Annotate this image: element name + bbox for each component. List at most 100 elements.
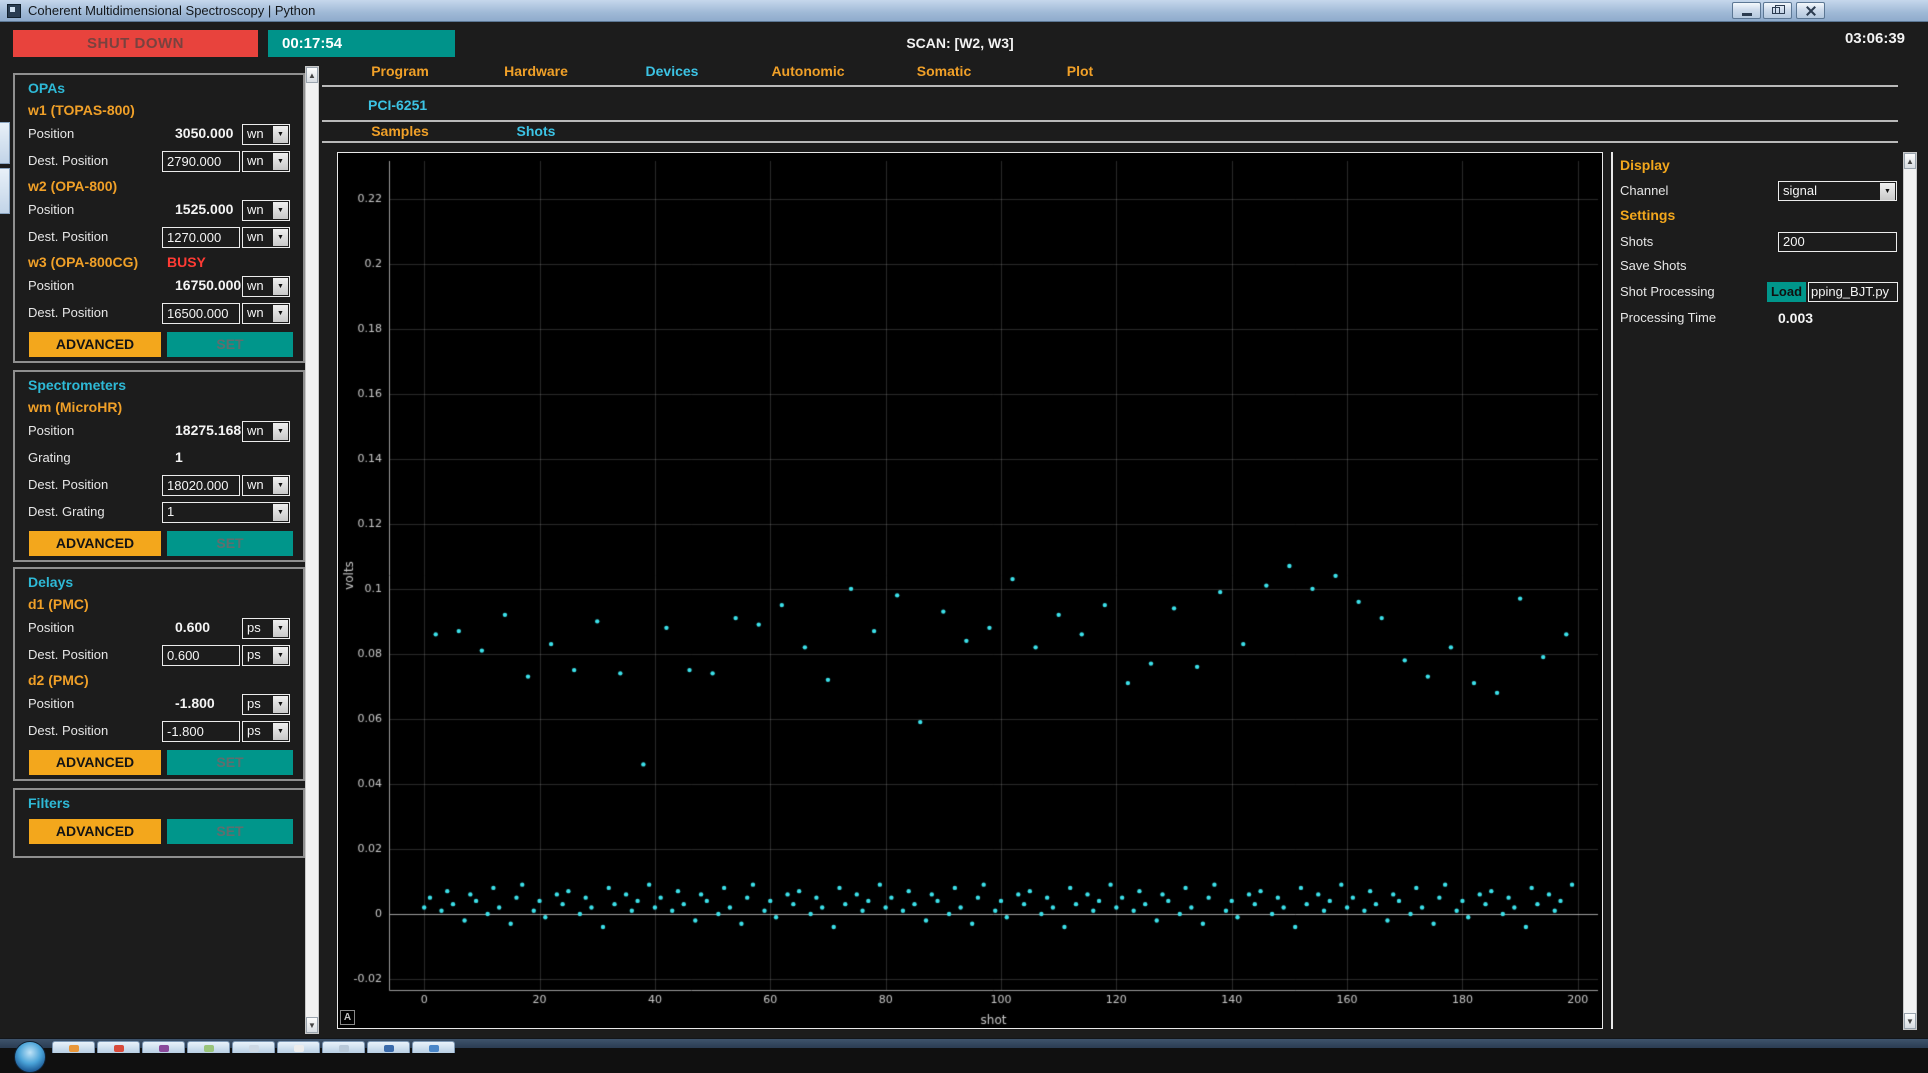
w2-dest-units-combo[interactable]: wn▼ <box>242 227 290 248</box>
restore-button[interactable] <box>1763 2 1792 19</box>
taskbar-item[interactable] <box>322 1041 365 1053</box>
taskbar-item[interactable] <box>187 1041 230 1053</box>
title-bar[interactable]: Coherent Multidimensional Spectroscopy |… <box>0 0 1928 22</box>
shots-scatter-plot[interactable] <box>338 153 1602 1028</box>
chevron-down-icon[interactable]: ▼ <box>273 647 288 664</box>
spectrometers-set-button[interactable]: SET <box>167 531 293 556</box>
dest-grating-label: Dest. Grating <box>28 504 105 519</box>
panel-separator <box>1611 152 1613 1029</box>
minimize-button[interactable] <box>1732 2 1761 19</box>
wm-dest-input[interactable]: 18020.000 <box>162 475 240 496</box>
taskbar-item[interactable] <box>97 1041 140 1053</box>
taskbar-item[interactable] <box>142 1041 185 1053</box>
shutdown-button[interactable]: SHUT DOWN <box>13 30 258 57</box>
w3-position-units-combo[interactable]: wn▼ <box>242 276 290 297</box>
chevron-down-icon[interactable]: ▼ <box>1880 183 1895 200</box>
close-button[interactable] <box>1796 2 1825 19</box>
tab-program[interactable]: Program <box>332 63 468 79</box>
shot-processing-row: Shot Processing Load pping_BJT.py <box>1620 281 1902 303</box>
load-script-button[interactable]: Load <box>1767 282 1806 302</box>
spectrometers-advanced-button[interactable]: ADVANCED <box>29 531 161 556</box>
device-name-d1: d1 (PMC) <box>15 593 303 615</box>
w1-dest-units-combo[interactable]: wn▼ <box>242 151 290 172</box>
channel-combo[interactable]: signal▼ <box>1778 181 1897 201</box>
scroll-up-icon[interactable]: ▲ <box>1904 153 1916 169</box>
start-button[interactable] <box>14 1041 46 1073</box>
w3-dest-input[interactable]: 16500.000 <box>162 303 240 324</box>
filters-buttons-row: ADVANCED SET <box>15 814 303 848</box>
wm-position-units-combo[interactable]: wn▼ <box>242 421 290 442</box>
taskbar-item[interactable] <box>277 1041 320 1053</box>
dest-position-label: Dest. Position <box>28 305 108 320</box>
d1-position-units-combo[interactable]: ps▼ <box>242 618 290 639</box>
chevron-down-icon[interactable]: ▼ <box>273 477 288 494</box>
d2-position-units-combo[interactable]: ps▼ <box>242 694 290 715</box>
wm-dest-grating-combo[interactable]: 1▼ <box>162 502 290 523</box>
d2-position-value: -1.800 <box>175 695 244 711</box>
chevron-down-icon[interactable]: ▼ <box>273 620 288 637</box>
device-name-w3: w3 (OPA-800CG)BUSY <box>15 251 303 273</box>
processing-script-field[interactable]: pping_BJT.py <box>1808 282 1898 302</box>
filters-advanced-button[interactable]: ADVANCED <box>29 819 161 844</box>
w3-dest-units-combo[interactable]: wn▼ <box>242 303 290 324</box>
shots-input[interactable]: 200 <box>1778 232 1897 252</box>
d2-dest-units-combo[interactable]: ps▼ <box>242 721 290 742</box>
d1-dest-units-combo[interactable]: ps▼ <box>242 645 290 666</box>
processing-time-label: Processing Time <box>1620 310 1716 325</box>
chevron-down-icon[interactable]: ▼ <box>273 305 288 322</box>
chevron-down-icon[interactable]: ▼ <box>273 126 288 143</box>
tab-pci-6251[interactable]: PCI-6251 <box>368 97 427 113</box>
tab-somatic[interactable]: Somatic <box>876 63 1012 79</box>
chevron-down-icon[interactable]: ▼ <box>273 229 288 246</box>
scroll-up-icon[interactable]: ▲ <box>306 67 318 83</box>
chevron-down-icon[interactable]: ▼ <box>273 696 288 713</box>
delays-advanced-button[interactable]: ADVANCED <box>29 750 161 775</box>
chevron-down-icon[interactable]: ▼ <box>273 504 288 521</box>
scroll-down-icon[interactable]: ▼ <box>306 1017 318 1033</box>
taskbar-item[interactable] <box>367 1041 410 1053</box>
opas-box: OPAs w1 (TOPAS-800) Position 3050.000 wn… <box>13 73 305 363</box>
tab-samples[interactable]: Samples <box>332 123 468 139</box>
chevron-down-icon[interactable]: ▼ <box>273 153 288 170</box>
opas-set-button[interactable]: SET <box>167 332 293 357</box>
right-scrollbar[interactable]: ▲ ▼ <box>1903 152 1917 1030</box>
chevron-down-icon[interactable]: ▼ <box>273 723 288 740</box>
tab-shots[interactable]: Shots <box>468 123 604 139</box>
d2-dest-input[interactable]: -1.800 <box>162 721 240 742</box>
left-scrollbar[interactable]: ▲ ▼ <box>305 66 319 1034</box>
filters-set-button[interactable]: SET <box>167 819 293 844</box>
taskbar-item[interactable] <box>52 1041 95 1053</box>
position-label: Position <box>28 126 74 141</box>
chevron-down-icon[interactable]: ▼ <box>273 278 288 295</box>
dest-position-label: Dest. Position <box>28 153 108 168</box>
filters-header: Filters <box>15 790 303 814</box>
scroll-down-icon[interactable]: ▼ <box>1904 1013 1916 1029</box>
wm-position-row: Position 18275.168 wn▼ <box>15 418 303 445</box>
nav-underline <box>322 85 1898 87</box>
taskbar-item[interactable] <box>232 1041 275 1053</box>
tab-devices[interactable]: Devices <box>604 63 740 79</box>
autoscale-button[interactable]: A <box>340 1010 355 1025</box>
wm-position-value: 18275.168 <box>175 422 244 438</box>
tab-plot[interactable]: Plot <box>1012 63 1148 79</box>
position-label: Position <box>28 423 74 438</box>
filters-box: Filters ADVANCED SET <box>13 788 305 858</box>
windows-taskbar[interactable] <box>0 1038 1928 1048</box>
wm-dest-grating-row: Dest. Grating 1▼ <box>15 499 303 526</box>
chevron-down-icon[interactable]: ▼ <box>273 423 288 440</box>
w1-dest-input[interactable]: 2790.000 <box>162 151 240 172</box>
taskbar-item[interactable] <box>412 1041 455 1053</box>
w2-dest-input[interactable]: 1270.000 <box>162 227 240 248</box>
opas-advanced-button[interactable]: ADVANCED <box>29 332 161 357</box>
wm-dest-units-combo[interactable]: wn▼ <box>242 475 290 496</box>
w1-position-units-combo[interactable]: wn▼ <box>242 124 290 145</box>
tab-autonomic[interactable]: Autonomic <box>740 63 876 79</box>
w3-position-row: Position 16750.000 wn▼ <box>15 273 303 300</box>
delays-set-button[interactable]: SET <box>167 750 293 775</box>
background-window-fragment <box>0 122 10 164</box>
chevron-down-icon[interactable]: ▼ <box>273 202 288 219</box>
tab-hardware[interactable]: Hardware <box>468 63 604 79</box>
d1-dest-input[interactable]: 0.600 <box>162 645 240 666</box>
app-icon <box>7 4 21 18</box>
w2-position-units-combo[interactable]: wn▼ <box>242 200 290 221</box>
